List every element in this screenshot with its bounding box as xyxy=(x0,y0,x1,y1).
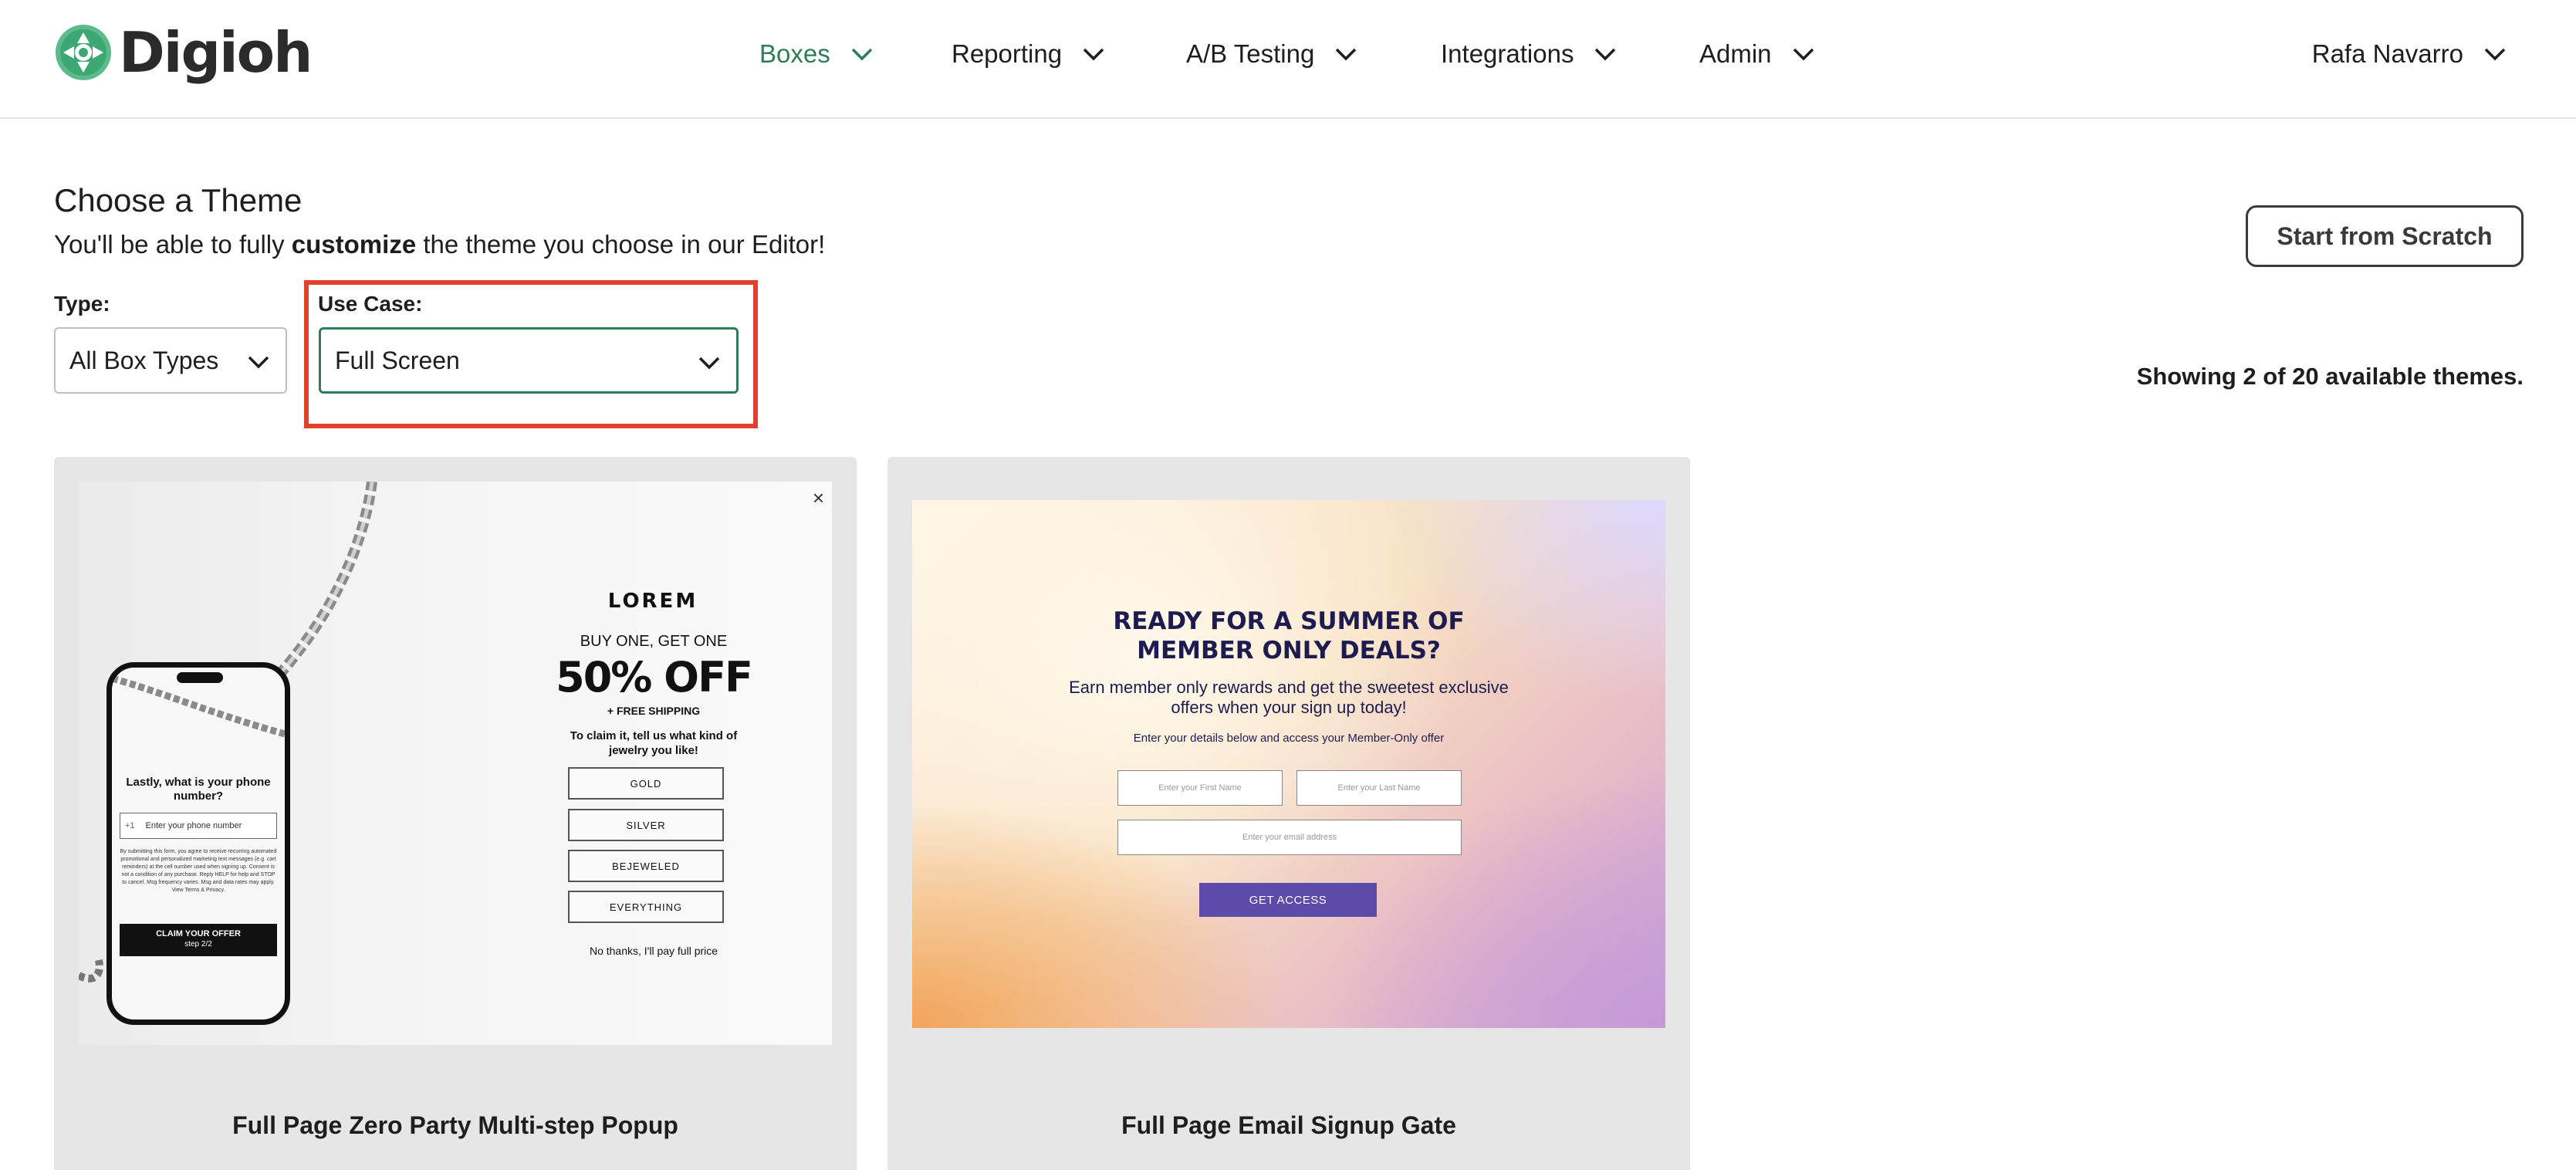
digioh-logo-icon xyxy=(56,25,111,80)
nav-admin-label: Admin xyxy=(1699,39,1772,68)
chevron-down-icon xyxy=(1595,48,1616,61)
type-filter-label: Type: xyxy=(54,292,110,316)
chevron-down-icon xyxy=(1336,48,1357,61)
chevron-down-icon xyxy=(1083,48,1104,61)
subtitle-text-pre: You'll be able to fully xyxy=(54,230,292,259)
subtitle-text-bold: customize xyxy=(291,230,417,259)
nav-integrations-label: Integrations xyxy=(1441,39,1574,68)
user-name: Rafa Navarro xyxy=(2311,39,2463,68)
page-title: Choose a Theme xyxy=(54,182,303,218)
top-navbar: Digioh Boxes Reporting A/B Testing Integ… xyxy=(0,0,2576,119)
preview-get-access-button: GET ACCESS xyxy=(1199,883,1377,917)
chevron-down-icon xyxy=(698,357,720,370)
phone-cta-button: CLAIM YOUR OFFER step 2/2 xyxy=(120,924,277,956)
use-case-select[interactable]: Full Screen xyxy=(319,327,739,394)
preview-gate-headline: READY FOR A SUMMER OF MEMBER ONLY DEALS? xyxy=(1113,607,1465,664)
subtitle-text-post: the theme you choose in our Editor! xyxy=(416,230,826,259)
preview-brand-logo: LOREM xyxy=(607,590,698,613)
preview-no-thanks: No thanks, I'll pay full price xyxy=(589,945,718,957)
chevron-down-icon xyxy=(248,356,269,369)
preview-free-shipping: + FREE SHIPPING xyxy=(607,705,701,717)
phone-question: Lastly, what is your phone number? xyxy=(126,776,271,803)
user-menu[interactable]: Rafa Navarro xyxy=(2312,34,2507,74)
phone-number-input: +1 Enter your phone number xyxy=(120,813,277,839)
phone-notch xyxy=(177,672,223,683)
theme-card-title: Full Page Email Signup Gate xyxy=(1121,1111,1456,1139)
preview-claim-text: To claim it, tell us what kind of jewelr… xyxy=(570,729,738,757)
preview-bogo-text: BUY ONE, GET ONE xyxy=(580,633,728,650)
theme-card-title: Full Page Zero Party Multi-step Popup xyxy=(232,1111,678,1139)
preview-option-silver: SILVER xyxy=(568,809,724,841)
use-case-filter-label: Use Case: xyxy=(318,292,423,316)
chevron-down-icon xyxy=(851,48,872,61)
phone-mockup: Lastly, what is your phone number? +1 En… xyxy=(106,662,290,1025)
theme-preview-zero-party[interactable]: × LOREM BUY ONE, GET ONE 50% OFF + FREE … xyxy=(79,482,832,1045)
phone-legal-text: By submitting this form, you agree to re… xyxy=(120,849,277,893)
type-select[interactable]: All Box Types xyxy=(54,327,287,394)
close-icon: × xyxy=(812,486,824,509)
nav-ab-testing-label: A/B Testing xyxy=(1186,39,1315,68)
start-from-scratch-button[interactable]: Start from Scratch xyxy=(2246,205,2524,267)
chevron-down-icon xyxy=(1793,48,1814,61)
preview-gate-hint: Enter your details below and access your… xyxy=(1133,732,1445,745)
preview-email-field: Enter your email address xyxy=(1117,820,1462,855)
nav-integrations[interactable]: Integrations xyxy=(1441,34,1617,74)
phone-cta-step: step 2/2 xyxy=(184,940,212,949)
preview-first-name-field: Enter your First Name xyxy=(1117,770,1283,806)
chevron-down-icon xyxy=(2484,48,2506,61)
preview-gate-subtext: Earn member only rewards and get the swe… xyxy=(1069,678,1509,717)
use-case-select-value: Full Screen xyxy=(335,346,460,374)
logo-text: Digioh xyxy=(119,20,313,85)
phone-placeholder: Enter your phone number xyxy=(145,821,242,830)
nav-reporting[interactable]: Reporting xyxy=(952,34,1105,74)
nav-boxes-label: Boxes xyxy=(759,39,830,68)
theme-preview-email-gate[interactable]: READY FOR A SUMMER OF MEMBER ONLY DEALS?… xyxy=(912,500,1665,1028)
preview-offer-headline: 50% OFF xyxy=(556,653,753,702)
preview-last-name-field: Enter your Last Name xyxy=(1296,770,1462,806)
nav-reporting-label: Reporting xyxy=(952,39,1063,68)
preview-option-bejeweled: BEJEWELED xyxy=(568,850,724,882)
nav-admin[interactable]: Admin xyxy=(1699,34,1815,74)
type-select-value: All Box Types xyxy=(69,346,219,374)
country-code: +1 xyxy=(125,821,135,830)
preview-option-gold: GOLD xyxy=(568,767,724,800)
nav-boxes[interactable]: Boxes xyxy=(759,34,874,74)
theme-count: Showing 2 of 20 available themes. xyxy=(2136,363,2524,390)
digioh-logo[interactable]: Digioh xyxy=(52,17,313,88)
page-subtitle: You'll be able to fully customize the th… xyxy=(54,230,825,259)
nav-ab-testing[interactable]: A/B Testing xyxy=(1186,34,1357,74)
phone-cta-label: CLAIM YOUR OFFER xyxy=(156,929,241,938)
preview-option-everything: EVERYTHING xyxy=(568,891,724,923)
